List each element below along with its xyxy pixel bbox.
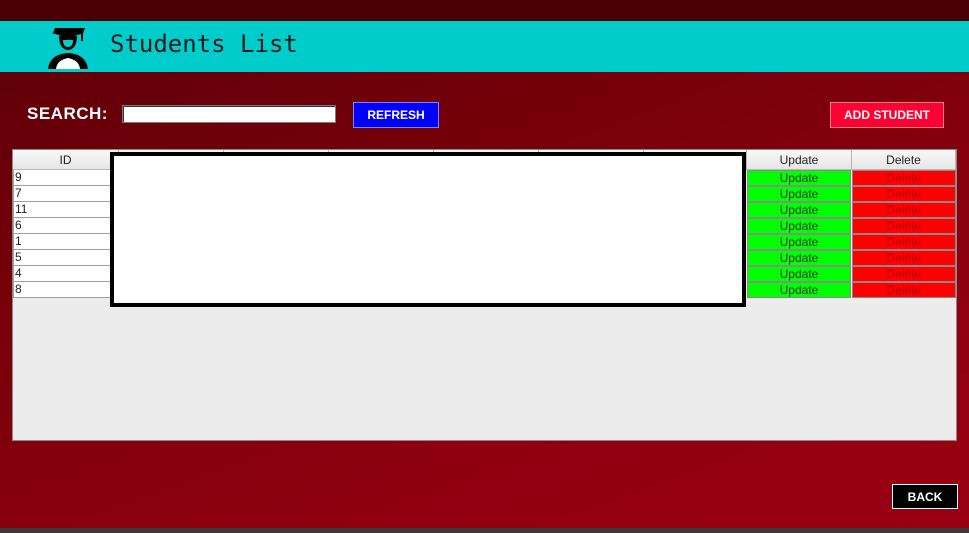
cell-id: 5 xyxy=(13,250,118,266)
update-button[interactable]: Update xyxy=(747,282,851,298)
add-student-button[interactable]: ADD STUDENT xyxy=(830,102,944,128)
delete-button[interactable]: Delete xyxy=(852,234,956,250)
column-header-delete[interactable]: Delete xyxy=(852,150,956,170)
back-button[interactable]: BACK xyxy=(892,484,958,509)
window-top-strip xyxy=(0,0,969,21)
cell-id: 9 xyxy=(13,170,118,186)
delete-button[interactable]: Delete xyxy=(852,250,956,266)
cell-id: 4 xyxy=(13,266,118,282)
delete-button[interactable]: Delete xyxy=(852,266,956,282)
header-bar: Students List xyxy=(0,21,969,72)
cell-id: 6 xyxy=(13,218,118,234)
student-graduate-icon xyxy=(48,28,88,69)
window-bottom-strip xyxy=(0,528,969,533)
page-title: Students List xyxy=(110,30,298,58)
refresh-button[interactable]: REFRESH xyxy=(353,102,439,128)
cell-id: 11 xyxy=(13,202,118,218)
update-button[interactable]: Update xyxy=(747,234,851,250)
delete-button[interactable]: Delete xyxy=(852,202,956,218)
update-button[interactable]: Update xyxy=(747,170,851,186)
update-button[interactable]: Update xyxy=(747,250,851,266)
delete-button[interactable]: Delete xyxy=(852,218,956,234)
delete-button[interactable]: Delete xyxy=(852,186,956,202)
cell-id: 1 xyxy=(13,234,118,250)
update-button[interactable]: Update xyxy=(747,218,851,234)
update-button[interactable]: Update xyxy=(747,186,851,202)
search-label: SEARCH: xyxy=(27,104,108,123)
column-header-update[interactable]: Update xyxy=(747,150,852,170)
column-header-id[interactable]: ID xyxy=(13,150,119,170)
search-input[interactable] xyxy=(122,105,336,123)
update-button[interactable]: Update xyxy=(747,266,851,282)
update-button[interactable]: Update xyxy=(747,202,851,218)
delete-button[interactable]: Delete xyxy=(852,282,956,298)
delete-button[interactable]: Delete xyxy=(852,170,956,186)
cell-id: 8 xyxy=(13,282,118,298)
redacted-region xyxy=(110,152,746,307)
cell-id: 7 xyxy=(13,186,118,202)
